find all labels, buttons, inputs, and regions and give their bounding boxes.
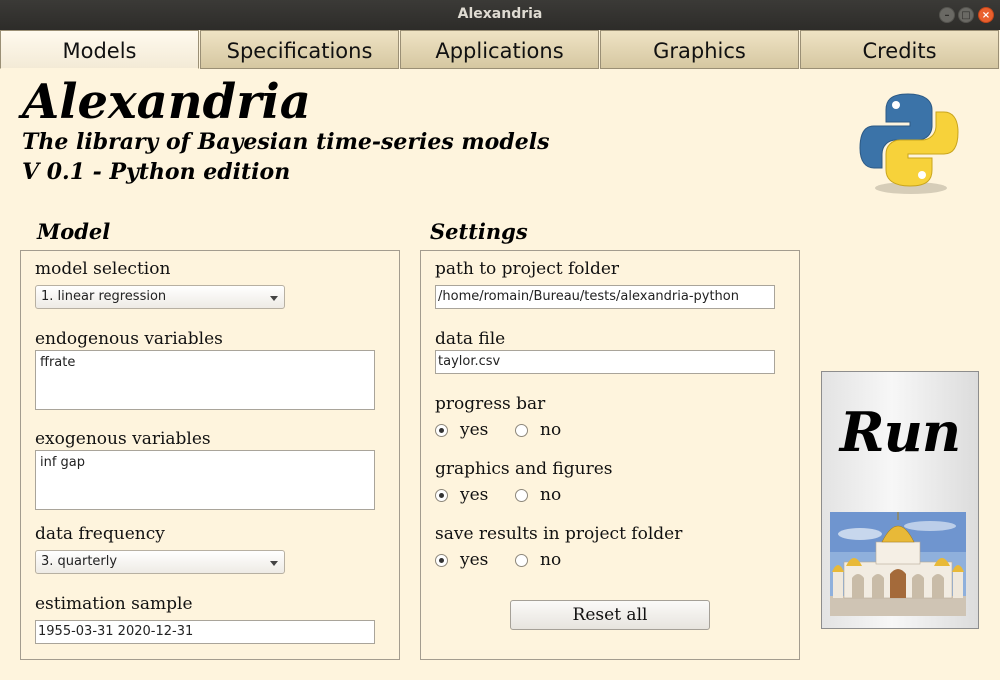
close-icon[interactable]: × [978,7,994,23]
maximize-icon[interactable]: □ [958,7,974,23]
data-file-label: data file [435,329,506,349]
endogenous-label: endogenous variables [35,329,223,349]
graphics-no-radio[interactable]: no [515,485,561,505]
window-title: Alexandria [457,6,543,22]
progress-bar-no-radio[interactable]: no [515,420,561,440]
settings-panel [420,250,800,660]
radio-selected-icon [435,423,448,437]
tab-bar: Models Specifications Applications Graph… [0,30,1000,70]
chevron-down-icon [270,296,278,301]
frequency-label: data frequency [35,524,165,544]
radio-unselected-icon [515,488,528,502]
radio-label: yes [460,550,489,570]
radio-unselected-icon [515,553,528,567]
radio-label: no [540,420,562,440]
tab-credits[interactable]: Credits [800,30,999,69]
graphics-yes-radio[interactable]: yes [435,485,488,505]
exogenous-label: exogenous variables [35,429,211,449]
save-results-label: save results in project folder [435,524,683,544]
tab-models[interactable]: Models [0,30,199,69]
radio-label: yes [460,485,489,505]
sample-input[interactable]: 1955-03-31 2020-12-31 [35,620,375,644]
frequency-value: 3. quarterly [41,554,118,569]
minimize-icon[interactable]: – [939,7,955,23]
model-selection-dropdown[interactable]: 1. linear regression [35,285,285,309]
frequency-dropdown[interactable]: 3. quarterly [35,550,285,574]
model-section-title: Model [37,219,111,244]
python-logo-icon [859,93,959,194]
graphics-label: graphics and figures [435,459,613,479]
save-results-yes-radio[interactable]: yes [435,550,488,570]
tab-specifications[interactable]: Specifications [200,30,399,69]
title-bar: Alexandria – □ × [0,0,1000,30]
app-title: Alexandria [22,74,311,130]
data-file-input[interactable]: taylor.csv [435,350,775,374]
radio-label: yes [460,420,489,440]
radio-selected-icon [435,553,448,567]
settings-section-title: Settings [430,219,528,244]
radio-unselected-icon [515,423,528,437]
progress-bar-yes-radio[interactable]: yes [435,420,488,440]
sample-label: estimation sample [35,594,193,614]
radio-label: no [540,550,562,570]
progress-bar-label: progress bar [435,394,546,414]
run-label: Run [839,400,961,464]
model-selection-value: 1. linear regression [41,289,167,304]
tab-graphics[interactable]: Graphics [600,30,799,69]
project-path-input[interactable]: /home/romain/Bureau/tests/alexandria-pyt… [435,285,775,309]
save-results-no-radio[interactable]: no [515,550,561,570]
app-version: V 0.1 - Python edition [22,159,291,185]
reset-all-button[interactable]: Reset all [510,600,710,630]
exogenous-input[interactable]: inf gap [35,450,375,510]
model-selection-label: model selection [35,259,171,279]
tab-applications[interactable]: Applications [400,30,599,69]
chevron-down-icon [270,561,278,566]
radio-selected-icon [435,488,448,502]
cathedral-image [830,512,966,616]
endogenous-input[interactable]: ffrate [35,350,375,410]
radio-label: no [540,485,562,505]
project-path-label: path to project folder [435,259,620,279]
run-button[interactable]: Run [821,371,979,629]
app-subtitle: The library of Bayesian time-series mode… [22,129,550,155]
